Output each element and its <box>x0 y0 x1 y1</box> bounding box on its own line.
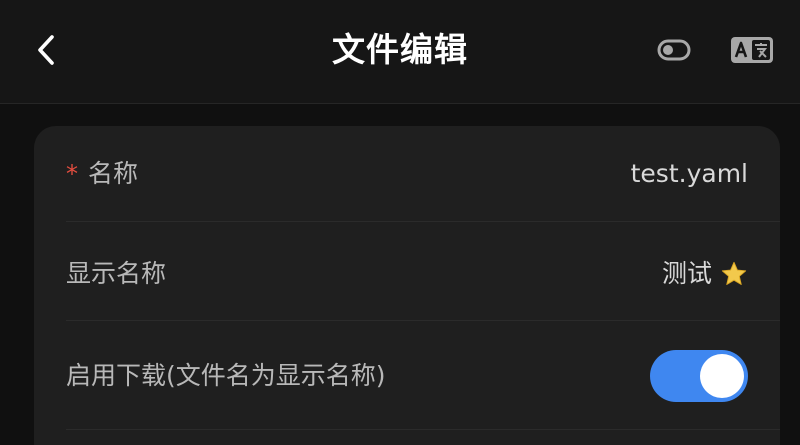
toggle-knob <box>700 354 744 398</box>
display-name-label: 显示名称 <box>66 259 167 288</box>
divider <box>66 320 780 321</box>
form-card: * 名称 test.yaml 显示名称 测试 启用下载(文件名为显示名称) <box>34 126 780 445</box>
name-value[interactable]: test.yaml <box>631 158 748 190</box>
divider <box>66 221 780 222</box>
star-icon <box>720 260 748 288</box>
header-bar: 文件编辑 <box>0 0 800 104</box>
file-edit-screen: 文件编辑 * 名称 test.yaml 显示名称 测试 启用下载(文件名为显示名… <box>0 0 800 445</box>
toggle-icon <box>657 39 691 61</box>
display-name-value: 测试 <box>661 259 712 288</box>
display-name-row[interactable]: 显示名称 测试 <box>66 258 780 290</box>
translate-button[interactable] <box>728 32 776 68</box>
enable-download-toggle[interactable] <box>650 350 748 402</box>
divider <box>66 429 780 430</box>
required-mark: * <box>66 160 78 188</box>
enable-download-label: 启用下载(文件名为显示名称) <box>66 361 386 390</box>
translate-icon <box>731 37 773 63</box>
name-row[interactable]: * 名称 test.yaml <box>66 158 780 190</box>
enable-download-row: 启用下载(文件名为显示名称) <box>66 350 780 402</box>
name-label: 名称 <box>88 159 139 188</box>
header-toggle-button[interactable] <box>655 36 693 64</box>
